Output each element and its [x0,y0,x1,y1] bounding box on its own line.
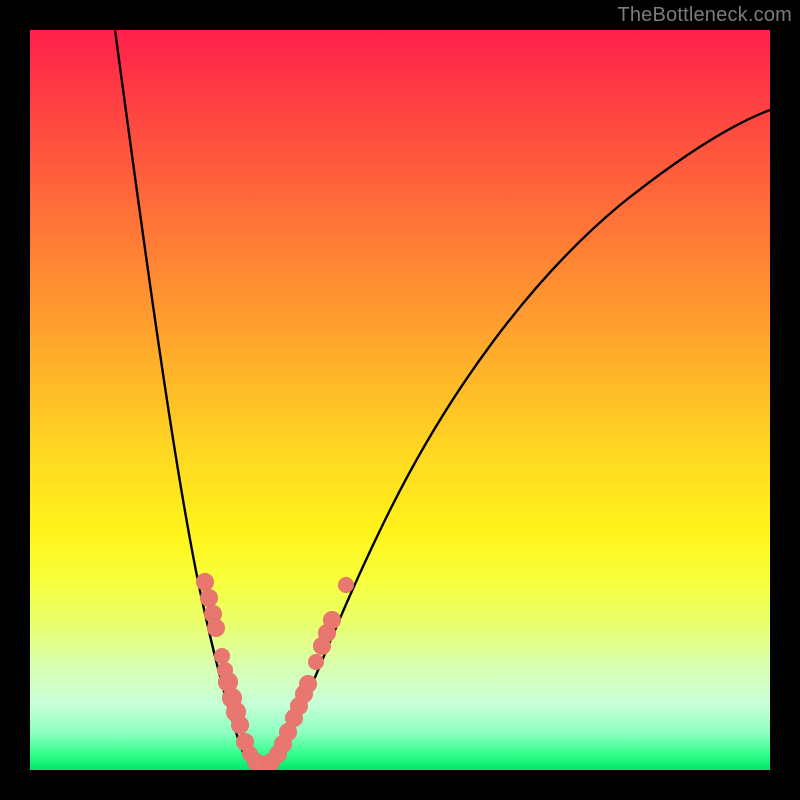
curve-right-branch [260,110,770,770]
data-point [338,577,354,593]
data-point-cluster [196,573,354,770]
data-point [200,589,218,607]
data-point [231,716,249,734]
data-point [214,648,230,664]
data-point [207,619,225,637]
curve-left-branch [115,30,260,770]
watermark-text: TheBottleneck.com [617,4,792,27]
data-point [308,654,324,670]
bottleneck-curve [30,30,770,770]
chart-plot-area [30,30,770,770]
data-point [299,675,317,693]
data-point [196,573,214,591]
data-point [323,611,341,629]
